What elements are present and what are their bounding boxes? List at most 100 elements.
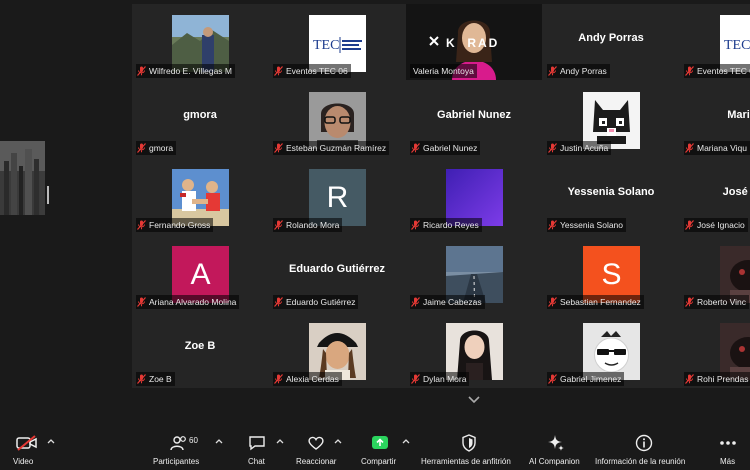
participant-tile[interactable]: Fernando Gross: [132, 158, 268, 234]
meeting-toolbar: Video 60 Participantes Chat Reaccionar C…: [0, 430, 750, 470]
participant-name: Rolando Mora: [286, 220, 340, 230]
participant-tile[interactable]: Yessenia Solano Yessenia Solano: [543, 158, 679, 234]
participant-display-name: Eduardo Gutiérrez: [289, 263, 385, 275]
participant-tile[interactable]: José Igna José Ignacio: [680, 158, 750, 234]
ai-companion-label: AI Companion: [529, 457, 580, 466]
mic-muted-icon: [411, 220, 420, 230]
participant-name: Zoe B: [149, 374, 172, 384]
participant-tile[interactable]: S Sebastian Fernandez: [543, 235, 679, 311]
participant-tile[interactable]: Alexia Cerdas: [269, 312, 405, 388]
participant-name-bar: Eventos TEC 06: [273, 64, 351, 78]
react-button[interactable]: Reaccionar: [294, 430, 340, 470]
svg-text:TEC: TEC: [724, 38, 750, 53]
mic-muted-icon: [137, 143, 146, 153]
participant-name: gmora: [149, 143, 174, 153]
participant-tile[interactable]: K RAD Valeria Montoya: [406, 4, 542, 80]
participant-tile[interactable]: Jaime Cabezas: [406, 235, 542, 311]
participant-tile[interactable]: Andy Porras Andy Porras: [543, 4, 679, 80]
participant-name-bar: Andy Porras: [547, 64, 610, 78]
chat-icon: [249, 436, 265, 451]
participants-count: 60: [189, 436, 198, 445]
participant-tile[interactable]: Rohi Prendas: [680, 312, 750, 388]
participants-options-caret-icon[interactable]: [215, 438, 223, 444]
participant-name-bar: Jaime Cabezas: [410, 295, 485, 309]
participant-tile[interactable]: Wilfredo E. Villegas M: [132, 4, 268, 80]
participant-name-bar: Esteban Guzmán Ramírez: [273, 141, 390, 155]
mic-muted-icon: [411, 374, 420, 384]
scroll-down-chevron-icon[interactable]: [465, 393, 483, 407]
participants-label: Participantes: [153, 457, 200, 466]
host-tools-button[interactable]: Herramientas de anfitrión: [420, 430, 520, 470]
mic-muted-icon: [548, 374, 557, 384]
chat-options-caret-icon[interactable]: [276, 438, 284, 444]
share-screen-button[interactable]: Compartir: [358, 430, 402, 470]
mic-muted-icon: [685, 66, 694, 76]
participant-display-name: Mariana: [727, 109, 750, 121]
chat-button[interactable]: Chat: [242, 430, 272, 470]
participants-button[interactable]: 60 Participantes: [150, 430, 210, 470]
participant-tile[interactable]: Gabriel Nunez Gabriel Nunez: [406, 81, 542, 157]
participant-tile[interactable]: Dylan Mora: [406, 312, 542, 388]
participant-name-bar: Ariana Alvarado Molina: [136, 295, 240, 309]
participant-name-bar: Dylan Mora: [410, 372, 470, 386]
participant-tile[interactable]: Mariana Mariana Viqu: [680, 81, 750, 157]
mic-muted-icon: [685, 220, 694, 230]
react-options-caret-icon[interactable]: [334, 438, 342, 444]
mic-muted-icon: [685, 143, 694, 153]
more-button[interactable]: Más: [714, 430, 744, 470]
video-button[interactable]: Video: [8, 430, 48, 470]
participant-tile[interactable]: Zoe B Zoe B: [132, 312, 268, 388]
mic-muted-icon: [411, 143, 420, 153]
mic-muted-icon: [685, 297, 694, 307]
participant-tile[interactable]: Justin Acuña: [543, 81, 679, 157]
mic-muted-icon: [137, 297, 146, 307]
shared-screen-thumbnail[interactable]: [0, 141, 45, 215]
mic-muted-icon: [274, 374, 283, 384]
participant-display-name: Gabriel Nunez: [437, 109, 511, 121]
mic-muted-icon: [274, 143, 283, 153]
mic-muted-icon: [137, 374, 146, 384]
participant-name-bar: Justin Acuña: [547, 141, 612, 155]
video-options-caret-icon[interactable]: [47, 438, 55, 444]
participant-tile[interactable]: A Ariana Alvarado Molina: [132, 235, 268, 311]
participant-name-bar: Valeria Montoya: [410, 64, 477, 78]
participant-name: Jaime Cabezas: [423, 297, 482, 307]
host-tools-label: Herramientas de anfitrión: [421, 457, 511, 466]
participant-name: Roberto Vinc: [697, 297, 746, 307]
participant-tile[interactable]: Esteban Guzmán Ramírez: [269, 81, 405, 157]
participant-gallery: Wilfredo E. Villegas M TEC Eventos TEC 06 K…: [132, 4, 750, 388]
mic-muted-icon: [548, 220, 557, 230]
panel-divider-handle[interactable]: [47, 186, 49, 204]
participant-name-bar: Fernando Gross: [136, 218, 214, 232]
participant-tile[interactable]: Eduardo Gutiérrez Eduardo Gutiérrez: [269, 235, 405, 311]
participant-name: Ariana Alvarado Molina: [149, 297, 237, 307]
participant-name: Alexia Cerdas: [286, 374, 339, 384]
mic-muted-icon: [548, 143, 557, 153]
participant-tile[interactable]: Roberto Vinc: [680, 235, 750, 311]
participant-name: Gabriel Jimenez: [560, 374, 622, 384]
participant-tile[interactable]: TEC Eventos TEC 0: [680, 4, 750, 80]
meeting-info-button[interactable]: Información de la reunión: [592, 430, 696, 470]
participant-name-bar: Mariana Viqu: [684, 141, 750, 155]
participant-name-bar: Eduardo Gutiérrez: [273, 295, 359, 309]
participant-tile[interactable]: Ricardo Reyes: [406, 158, 542, 234]
participant-name-bar: Sebastian Fernandez: [547, 295, 644, 309]
participant-name: Andy Porras: [560, 66, 607, 76]
participant-tile[interactable]: R Rolando Mora: [269, 158, 405, 234]
share-options-caret-icon[interactable]: [402, 438, 410, 444]
participant-name: José Ignacio: [697, 220, 745, 230]
video-off-icon: [16, 435, 37, 451]
mic-muted-icon: [274, 66, 283, 76]
more-label: Más: [720, 457, 736, 466]
participant-name: Eventos TEC 0: [697, 66, 750, 76]
ai-companion-button[interactable]: AI Companion: [526, 430, 586, 470]
video-background-brand-text: K RAD: [446, 36, 500, 50]
participant-name-bar: Eventos TEC 0: [684, 64, 750, 78]
participant-tile[interactable]: TEC Eventos TEC 06: [269, 4, 405, 80]
participant-tile[interactable]: Gabriel Jimenez: [543, 312, 679, 388]
mic-muted-icon: [548, 66, 557, 76]
participant-name-bar: Roberto Vinc: [684, 295, 749, 309]
participant-name: Justin Acuña: [560, 143, 609, 153]
participant-tile[interactable]: gmora gmora: [132, 81, 268, 157]
participant-name-bar: Ricardo Reyes: [410, 218, 482, 232]
